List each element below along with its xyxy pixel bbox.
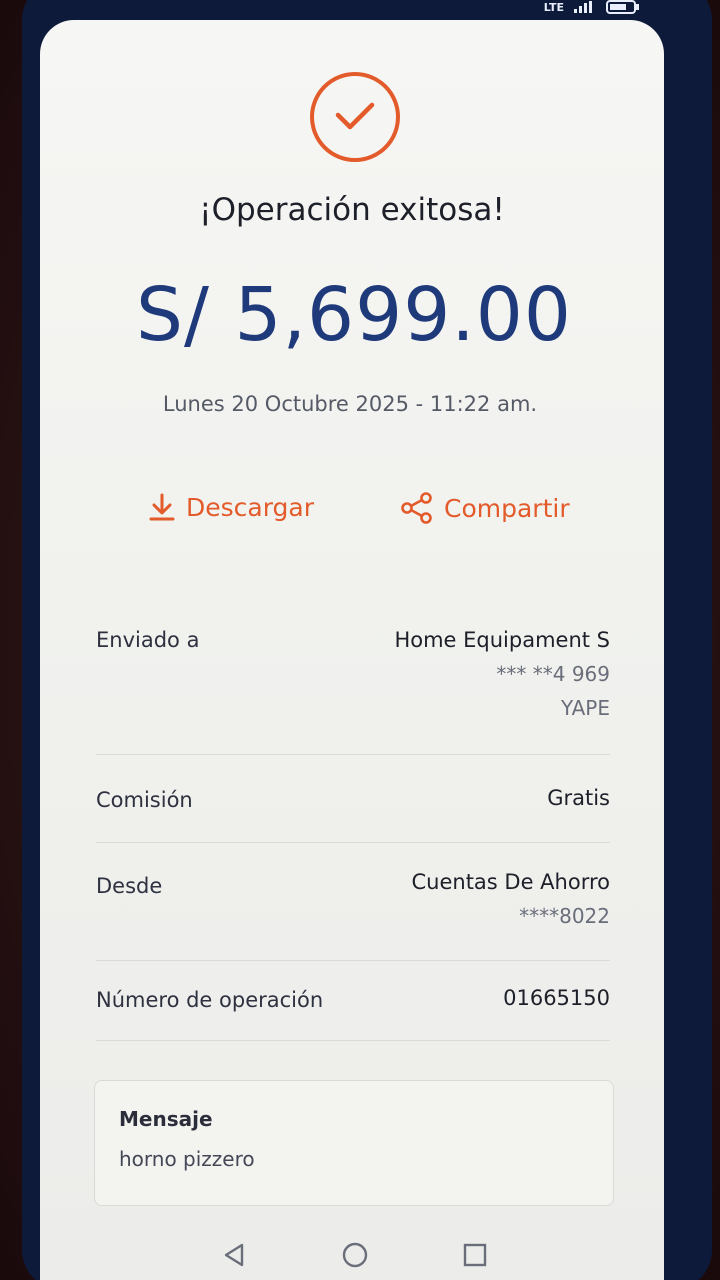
signal-icon	[574, 1, 592, 13]
battery-icon	[606, 0, 639, 14]
divider	[96, 960, 610, 961]
message-text: horno pizzero	[119, 1147, 255, 1171]
success-badge	[310, 72, 400, 162]
operation-values: 01665150	[503, 986, 610, 1010]
commission-value: Gratis	[547, 786, 610, 810]
recipient-channel: YAPE	[560, 696, 610, 720]
recipient-phone: *** **4 969	[496, 662, 610, 686]
status-icons: LTE	[544, 0, 640, 14]
download-label: Descargar	[186, 492, 315, 522]
check-icon	[335, 102, 375, 130]
from-values: Cuentas De Ahorro ****8022	[412, 870, 611, 928]
recipient-name: Home Equipament S	[394, 628, 610, 652]
receipt-screen: ¡Operación exitosa! S/ 5,699.00 Lunes 20…	[40, 20, 664, 1280]
from-account-number: ****8022	[519, 904, 610, 928]
divider	[96, 1040, 610, 1041]
divider	[96, 842, 610, 843]
share-icon	[401, 492, 432, 524]
home-button[interactable]	[340, 1240, 370, 1270]
home-icon	[342, 1242, 368, 1268]
commission-label: Comisión	[96, 788, 193, 812]
sent-to-values: Home Equipament S *** **4 969 YAPE	[394, 628, 610, 720]
share-label: Compartir	[444, 493, 570, 523]
message-title: Mensaje	[119, 1107, 213, 1131]
operation-datetime: Lunes 20 Octubre 2025 - 11:22 am.	[162, 392, 538, 416]
status-title: ¡Operación exitosa!	[199, 192, 505, 228]
message-card: Mensaje horno pizzero	[94, 1080, 614, 1206]
back-button[interactable]	[220, 1240, 250, 1270]
system-nav-bar	[40, 1232, 664, 1280]
commission-values: Gratis	[547, 786, 610, 810]
divider	[96, 754, 610, 755]
download-icon	[149, 493, 175, 521]
operation-number: 01665150	[503, 986, 610, 1010]
recents-icon	[463, 1243, 487, 1267]
from-label: Desde	[96, 874, 163, 898]
share-button[interactable]: Compartir	[400, 492, 570, 524]
from-account: Cuentas De Ahorro	[411, 870, 611, 894]
recents-button[interactable]	[460, 1240, 490, 1270]
back-icon	[224, 1243, 244, 1267]
receipt-actions: Descargar Compartir	[40, 492, 664, 542]
download-button[interactable]: Descargar	[148, 492, 314, 522]
sent-to-label: Enviado a	[96, 628, 200, 652]
status-bar: LTE	[70, 0, 670, 16]
amount-value: S/ 5,699.00	[136, 272, 572, 358]
network-type-label: LTE	[543, 0, 564, 14]
operation-label: Número de operación	[96, 988, 324, 1012]
